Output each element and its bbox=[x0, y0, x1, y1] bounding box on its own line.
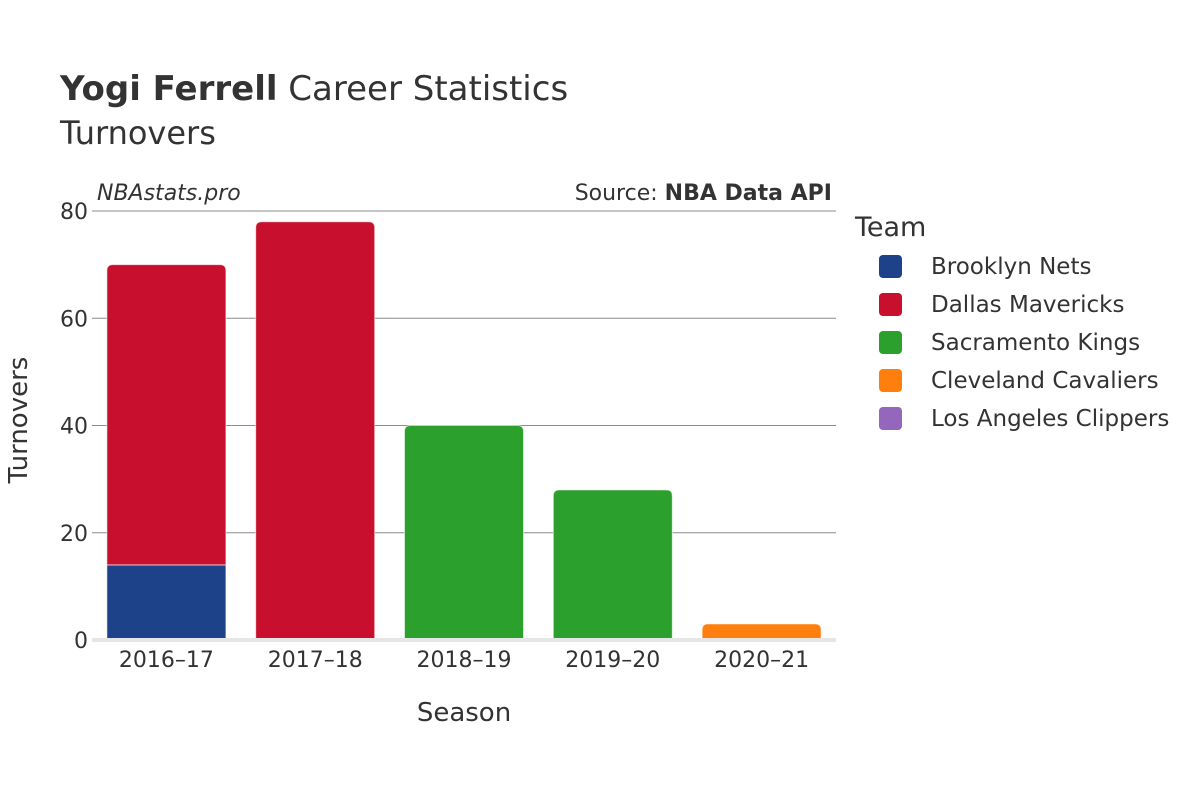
y-tick-labels: 0 20 40 60 80 bbox=[60, 200, 88, 654]
y-tick-label: 20 bbox=[60, 522, 88, 547]
bar-segment-dallas-mavericks bbox=[255, 221, 376, 641]
bar-segment-brooklyn-nets bbox=[106, 564, 227, 641]
legend-item: Sacramento Kings bbox=[879, 330, 1140, 356]
legend-label: Dallas Mavericks bbox=[931, 292, 1124, 318]
legend-label: Sacramento Kings bbox=[931, 330, 1140, 356]
x-tick-labels: 2016–17 2017–18 2018–19 2019–20 2020–21 bbox=[119, 648, 809, 673]
bar-segment-dallas-mavericks bbox=[106, 264, 227, 566]
legend-swatch bbox=[879, 293, 902, 316]
y-axis-label: Turnovers bbox=[4, 357, 34, 485]
bar-segment-sacramento-kings bbox=[552, 489, 673, 641]
legend-item: Cleveland Cavaliers bbox=[879, 368, 1159, 394]
legend: Brooklyn Nets Dallas Mavericks Sacramento … bbox=[879, 254, 1169, 432]
x-tick-label: 2019–20 bbox=[565, 648, 660, 673]
y-tick-label: 60 bbox=[60, 307, 88, 332]
legend-item: Brooklyn Nets bbox=[879, 254, 1091, 280]
title-player: Yogi Ferrell bbox=[59, 69, 278, 109]
watermark: NBAstats.pro bbox=[97, 181, 241, 206]
x-tick-label: 2018–19 bbox=[417, 648, 512, 673]
y-tick-label: 0 bbox=[74, 629, 88, 654]
x-tick-label: 2017–18 bbox=[268, 648, 363, 673]
source-name: NBA Data API bbox=[665, 181, 832, 206]
bar-segment-sacramento-kings bbox=[403, 425, 525, 641]
source-prefix: Source: bbox=[575, 181, 665, 206]
y-tick-label: 80 bbox=[60, 200, 88, 225]
legend-label: Cleveland Cavaliers bbox=[931, 368, 1159, 394]
legend-swatch bbox=[879, 255, 902, 278]
x-tick-label: 2016–17 bbox=[119, 648, 214, 673]
legend-label: Brooklyn Nets bbox=[931, 254, 1091, 280]
title-rest: Career Statistics bbox=[278, 69, 569, 109]
chart-subtitle: Turnovers bbox=[59, 114, 216, 152]
chart: Yogi Ferrell Career Statistics Turnovers… bbox=[4, 69, 1169, 728]
legend-item: Dallas Mavericks bbox=[879, 292, 1124, 318]
legend-swatch bbox=[879, 331, 902, 354]
x-axis-label: Season bbox=[417, 698, 511, 728]
source-text: Source: NBA Data API bbox=[575, 181, 832, 206]
y-tick-label: 40 bbox=[60, 415, 88, 440]
legend-swatch bbox=[879, 407, 902, 430]
chart-title: Yogi Ferrell Career Statistics bbox=[59, 69, 568, 109]
bars bbox=[106, 221, 822, 641]
legend-item: Los Angeles Clippers bbox=[879, 406, 1169, 432]
legend-label: Los Angeles Clippers bbox=[931, 406, 1169, 432]
x-tick-label: 2020–21 bbox=[714, 648, 809, 673]
legend-title: Team bbox=[854, 212, 926, 243]
legend-swatch bbox=[879, 369, 902, 392]
bar-segment-cleveland-cavaliers bbox=[701, 623, 822, 641]
